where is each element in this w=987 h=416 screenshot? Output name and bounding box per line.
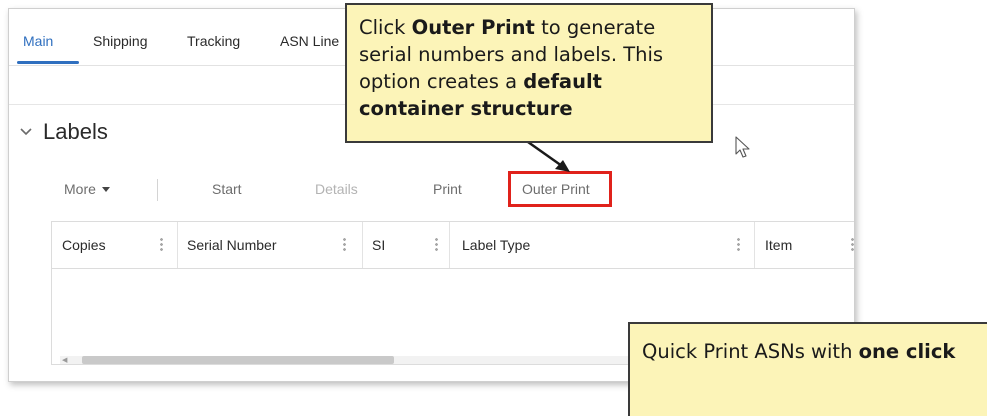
stage: Main Shipping Tracking ASN Line Labels M… bbox=[0, 0, 987, 416]
column-resize-handle[interactable] bbox=[430, 222, 442, 268]
scroll-left-icon[interactable]: ◀ bbox=[62, 357, 67, 364]
more-button[interactable]: More bbox=[64, 181, 110, 197]
scrollbar-thumb[interactable] bbox=[82, 356, 394, 364]
outer-print-callout: Click Outer Print to generate serial num… bbox=[345, 3, 713, 143]
caret-down-icon bbox=[101, 186, 110, 192]
quick-print-callout: Quick Print ASNs with one click bbox=[628, 322, 987, 416]
more-label: More bbox=[64, 181, 96, 197]
column-label: Serial Number bbox=[187, 237, 277, 253]
active-tab-indicator bbox=[17, 61, 79, 64]
column-header-serial-number[interactable]: Serial Number bbox=[177, 222, 352, 268]
tab-main[interactable]: Main bbox=[23, 33, 53, 49]
tab-shipping[interactable]: Shipping bbox=[93, 33, 148, 49]
column-header-item[interactable]: Item bbox=[755, 222, 854, 268]
callout-arrow bbox=[527, 140, 570, 172]
callout-text: Click bbox=[359, 16, 412, 39]
column-resize-handle[interactable] bbox=[155, 222, 167, 268]
toolbar-divider bbox=[157, 179, 158, 201]
grip-icon bbox=[850, 237, 854, 253]
callout-emphasis: Outer Print bbox=[411, 16, 535, 39]
column-divider bbox=[449, 222, 450, 268]
column-header-label-type[interactable]: Label Type bbox=[452, 222, 742, 268]
chevron-down-icon bbox=[20, 128, 32, 136]
details-button[interactable]: Details bbox=[315, 181, 358, 197]
callout-emphasis: one click bbox=[858, 340, 956, 363]
print-button[interactable]: Print bbox=[433, 181, 462, 197]
tab-tracking[interactable]: Tracking bbox=[187, 33, 240, 49]
column-label: SI bbox=[372, 237, 386, 253]
mouse-cursor-icon bbox=[735, 136, 750, 158]
start-button[interactable]: Start bbox=[212, 181, 242, 197]
column-label: Item bbox=[765, 237, 793, 253]
grip-icon bbox=[342, 237, 346, 253]
column-label: Label Type bbox=[462, 237, 531, 253]
column-resize-handle[interactable] bbox=[846, 222, 854, 268]
callout-text: Quick Print ASNs with bbox=[642, 340, 859, 363]
column-label: Copies bbox=[62, 237, 106, 253]
labels-toolbar: More Start Details Print Outer Print bbox=[9, 171, 854, 219]
labels-section-toggle[interactable]: Labels bbox=[19, 117, 108, 147]
grid-header: Copies Serial Number SI Label Type Item bbox=[52, 222, 854, 269]
column-resize-handle[interactable] bbox=[338, 222, 350, 268]
grip-icon bbox=[434, 237, 438, 253]
grip-icon bbox=[159, 237, 163, 253]
grip-icon bbox=[736, 237, 740, 253]
section-title: Labels bbox=[43, 119, 108, 144]
tab-asn-lines[interactable]: ASN Line bbox=[280, 33, 339, 49]
column-resize-handle[interactable] bbox=[732, 222, 744, 268]
